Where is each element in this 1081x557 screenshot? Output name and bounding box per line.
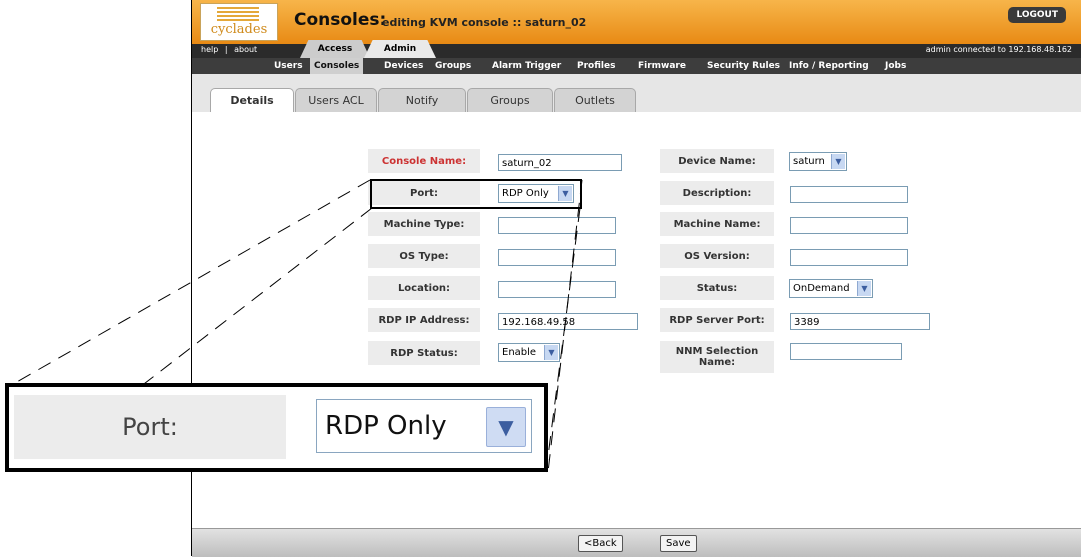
- rdp-status-label: RDP Status:: [368, 341, 480, 365]
- device-name-value: saturn: [793, 156, 825, 167]
- nav-item-alarm-trigger[interactable]: Alarm Trigger: [492, 58, 561, 74]
- page-title: Consoles:: [294, 10, 387, 30]
- detail-tabs: Details Users ACL Notify Groups Outlets: [192, 74, 1081, 114]
- os-version-input[interactable]: [790, 249, 908, 266]
- save-button[interactable]: Save: [660, 535, 697, 552]
- link-separator: |: [224, 45, 228, 54]
- tab-outlets[interactable]: Outlets: [554, 88, 636, 113]
- machine-type-label: Machine Type:: [368, 212, 480, 236]
- tab-groups[interactable]: Groups: [467, 88, 553, 113]
- app-window: cyclades Consoles: editing KVM console :…: [191, 0, 1081, 557]
- help-link[interactable]: help: [201, 45, 218, 54]
- footer-bar: <Back Save: [192, 528, 1081, 557]
- nav-item-profiles[interactable]: Profiles: [577, 58, 615, 74]
- main-nav: Users Consoles Devices Groups Alarm Trig…: [192, 58, 1081, 74]
- rdp-status-select[interactable]: Enable ▼: [498, 343, 560, 362]
- tab-access[interactable]: Access: [300, 40, 370, 58]
- page-subtitle: editing KVM console :: saturn_02: [382, 16, 587, 29]
- cyclades-logo: cyclades: [200, 3, 278, 41]
- tab-users-acl[interactable]: Users ACL: [295, 88, 377, 113]
- chevron-down-icon[interactable]: ▼: [857, 281, 871, 296]
- nav-item-groups[interactable]: Groups: [435, 58, 471, 74]
- device-name-label: Device Name:: [660, 149, 774, 173]
- machine-type-input[interactable]: [498, 217, 616, 234]
- description-label: Description:: [660, 181, 774, 205]
- about-link[interactable]: about: [234, 45, 257, 54]
- back-button[interactable]: <Back: [578, 535, 623, 552]
- zoom-inset: Port: RDP Only ▼: [5, 383, 548, 472]
- os-version-label: OS Version:: [660, 244, 774, 268]
- help-links: help | about: [201, 45, 257, 54]
- status-value: OnDemand: [793, 283, 850, 294]
- port-highlight-box: [370, 179, 582, 209]
- nav-item-security-rules[interactable]: Security Rules: [707, 58, 780, 74]
- tab-admin[interactable]: Admin: [364, 40, 436, 58]
- nav-item-users[interactable]: Users: [274, 58, 303, 74]
- console-name-label: Console Name:: [368, 149, 480, 173]
- chevron-down-icon[interactable]: ▼: [544, 345, 558, 360]
- rdp-server-port-label: RDP Server Port:: [660, 308, 774, 332]
- nav-item-firmware[interactable]: Firmware: [638, 58, 686, 74]
- nav-item-jobs[interactable]: Jobs: [885, 58, 906, 74]
- rdp-status-value: Enable: [502, 347, 537, 358]
- zoom-port-value: RDP Only: [325, 411, 447, 441]
- machine-name-input[interactable]: [790, 217, 908, 234]
- nav-item-info-reporting[interactable]: Info / Reporting: [789, 58, 869, 74]
- logo-stripes: [217, 7, 259, 21]
- location-input[interactable]: [498, 281, 616, 298]
- logout-button[interactable]: LOGOUT: [1008, 7, 1066, 23]
- location-label: Location:: [368, 276, 480, 300]
- zoom-port-select: RDP Only ▼: [316, 399, 532, 453]
- nnm-selection-label: NNM Selection Name:: [660, 341, 774, 373]
- chevron-down-icon[interactable]: ▼: [831, 154, 845, 169]
- tab-details[interactable]: Details: [210, 88, 294, 114]
- status-select[interactable]: OnDemand ▼: [789, 279, 873, 298]
- console-name-input[interactable]: saturn_02: [498, 154, 622, 171]
- top-subbar: help | about Access Admin admin connecte…: [192, 40, 1081, 58]
- connection-info: admin connected to 192.168.48.162: [925, 45, 1072, 54]
- machine-name-label: Machine Name:: [660, 212, 774, 236]
- rdp-server-port-input[interactable]: 3389: [790, 313, 930, 330]
- description-input[interactable]: [790, 186, 908, 203]
- logo-text: cyclades: [210, 22, 268, 37]
- chevron-down-icon: ▼: [486, 407, 526, 447]
- nnm-selection-input[interactable]: [790, 343, 902, 360]
- header-bar: cyclades Consoles: editing KVM console :…: [192, 0, 1081, 44]
- rdp-ip-label: RDP IP Address:: [368, 308, 480, 332]
- rdp-ip-input[interactable]: 192.168.49.58: [498, 313, 638, 330]
- tab-notify[interactable]: Notify: [378, 88, 466, 113]
- os-type-input[interactable]: [498, 249, 616, 266]
- device-name-select[interactable]: saturn ▼: [789, 152, 847, 171]
- nav-item-consoles[interactable]: Consoles: [310, 58, 364, 74]
- nav-item-devices[interactable]: Devices: [384, 58, 423, 74]
- zoom-port-label: Port:: [14, 395, 286, 459]
- os-type-label: OS Type:: [368, 244, 480, 268]
- status-label: Status:: [660, 276, 774, 300]
